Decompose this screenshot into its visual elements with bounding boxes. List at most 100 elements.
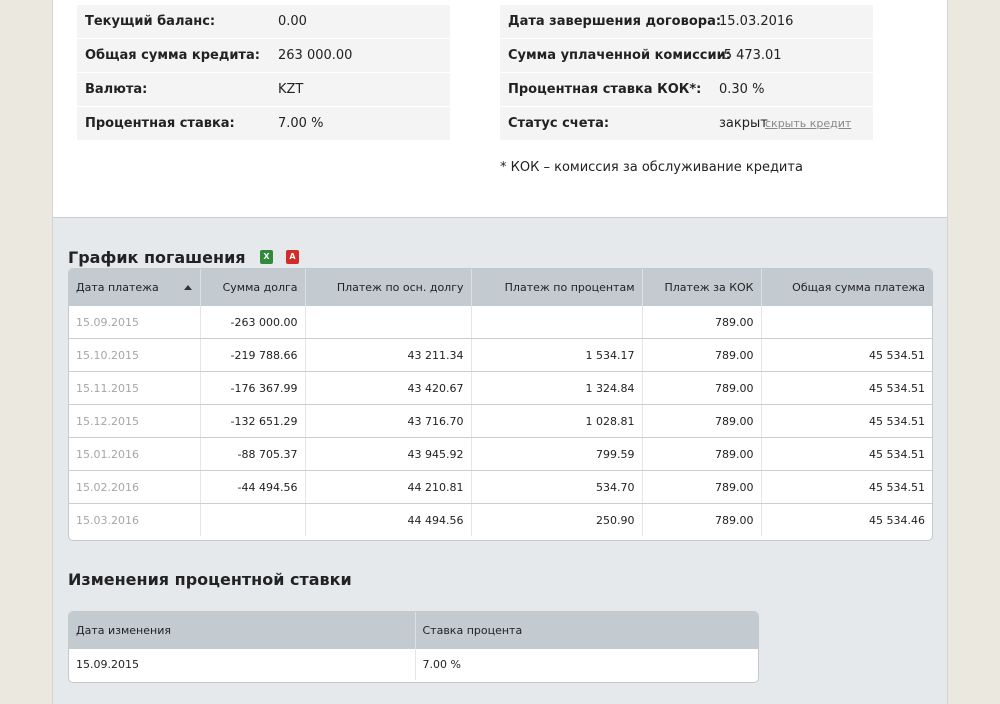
cell-kok: 789.00 [642, 404, 762, 438]
cell-principal: 43 211.34 [305, 338, 472, 372]
rate-changes-title: Изменения процентной ставки [68, 570, 352, 589]
cell-principal: 44 494.56 [305, 503, 472, 536]
schedule-title: График погашения [68, 248, 246, 267]
info-value: 0.00 [278, 14, 307, 29]
cell-date: 15.03.2016 [69, 503, 201, 536]
table-row: 15.01.2016 -88 705.37 43 945.92 799.59 7… [69, 437, 932, 471]
cell-debt [200, 503, 306, 536]
table-row: 15.02.2016 -44 494.56 44 210.81 534.70 7… [69, 470, 932, 504]
info-label: Процентная ставка КОК*: [508, 82, 702, 97]
loan-details-panel: Текущий баланс: 0.00 Общая сумма кредита… [52, 0, 948, 704]
table-header-row: Дата изменения Ставка процента [69, 612, 758, 649]
cell-date: 15.12.2015 [69, 404, 201, 438]
table-header-row: Дата платежа Сумма долга Платеж по осн. … [69, 269, 932, 306]
info-label: Процентная ставка: [85, 116, 235, 131]
cell-kok: 789.00 [642, 503, 762, 536]
info-label: Сумма уплаченной комиссии: [508, 48, 731, 63]
cell-rate: 7.00 % [422, 658, 461, 671]
pdf-icon[interactable]: A [286, 250, 299, 264]
cell-interest: 799.59 [471, 437, 643, 471]
sort-ascending-icon [183, 285, 192, 290]
column-header-interest[interactable]: Платеж по процентам [471, 269, 643, 306]
info-value: 15.03.2016 [719, 14, 794, 29]
status-value: закрыт [719, 116, 768, 131]
column-header-rate[interactable]: Ставка процента [415, 612, 758, 649]
cell-kok: 789.00 [642, 338, 762, 372]
column-header-debt[interactable]: Сумма долга [200, 269, 306, 306]
info-label: Валюта: [85, 82, 148, 97]
loan-info-right: Дата завершения договора: 15.03.2016 Сум… [500, 5, 873, 140]
info-value: 263 000.00 [278, 48, 353, 63]
column-header-kok[interactable]: Платеж за КОК [642, 269, 762, 306]
cell-date: 15.10.2015 [69, 338, 201, 372]
info-value: KZT [278, 82, 304, 97]
cell-kok: 789.00 [642, 306, 762, 339]
table-row: 15.12.2015 -132 651.29 43 716.70 1 028.8… [69, 404, 932, 438]
cell-debt: -132 651.29 [200, 404, 306, 438]
cell-interest: 250.90 [471, 503, 643, 536]
kok-footnote: * КОК – комиссия за обслуживание кредита [500, 160, 803, 175]
cell-total: 45 534.51 [761, 470, 932, 504]
cell-principal: 43 716.70 [305, 404, 472, 438]
table-row: 15.10.2015 -219 788.66 43 211.34 1 534.1… [69, 338, 932, 372]
info-value: -5 473.01 [719, 48, 782, 63]
cell-total: 45 534.51 [761, 371, 932, 405]
column-header-principal[interactable]: Платеж по осн. долгу [305, 269, 472, 306]
cell-total: 45 534.51 [761, 437, 932, 471]
info-value: 7.00 % [278, 116, 324, 131]
loan-summary-section: Текущий баланс: 0.00 Общая сумма кредита… [53, 0, 947, 218]
info-label: Дата завершения договора: [508, 14, 722, 29]
cell-kok: 789.00 [642, 470, 762, 504]
cell-total [761, 306, 932, 339]
cell-total: 45 534.51 [761, 338, 932, 372]
loan-info-left: Текущий баланс: 0.00 Общая сумма кредита… [77, 5, 450, 140]
column-header-date[interactable]: Дата платежа [69, 269, 201, 306]
info-label: Статус счета: [508, 116, 610, 131]
cell-kok: 789.00 [642, 371, 762, 405]
cell-total: 45 534.46 [869, 513, 925, 527]
excel-icon[interactable]: X [260, 250, 273, 264]
cell-debt: -176 367.99 [200, 371, 306, 405]
info-row-end-date: Дата завершения договора: 15.03.2016 [500, 5, 873, 39]
hide-credit-link[interactable]: скрыть кредит [765, 107, 851, 140]
info-row-kok-rate: Процентная ставка КОК*: 0.30 % [500, 73, 873, 107]
table-row: 15.09.2015 -263 000.00 789.00 [69, 306, 932, 339]
cell-interest: 1 324.84 [471, 371, 643, 405]
cell-date: 15.02.2016 [69, 470, 201, 504]
cell-date: 15.01.2016 [69, 437, 201, 471]
cell-interest [471, 306, 643, 339]
info-value: 0.30 % [719, 82, 765, 97]
cell-debt: -263 000.00 [200, 306, 306, 339]
cell-kok: 789.00 [642, 437, 762, 471]
cell-principal: 43 420.67 [305, 371, 472, 405]
cell-date: 15.11.2015 [69, 371, 201, 405]
cell-debt: -219 788.66 [200, 338, 306, 372]
column-header-total[interactable]: Общая сумма платежа [761, 269, 932, 306]
column-header-change-date[interactable]: Дата изменения [69, 612, 416, 649]
cell-date: 15.09.2015 [69, 306, 201, 339]
info-row-balance: Текущий баланс: 0.00 [77, 5, 450, 39]
table-row: 15.03.2016 44 494.56 250.90 789.00 45 53… [69, 503, 932, 536]
cell-debt: -44 494.56 [200, 470, 306, 504]
payment-schedule-table: Дата платежа Сумма долга Платеж по осн. … [68, 268, 933, 541]
info-label: Текущий баланс: [85, 14, 216, 29]
cell-change-date: 15.09.2015 [69, 649, 416, 680]
info-row-currency: Валюта: KZT [77, 73, 450, 107]
info-row-account-status: Статус счета: закрыт скрыть кредит [500, 107, 873, 140]
cell-total: 45 534.51 [761, 404, 932, 438]
cell-debt: -88 705.37 [200, 437, 306, 471]
table-row: 15.09.2015 7.00 % [69, 649, 758, 680]
info-row-interest-rate: Процентная ставка: 7.00 % [77, 107, 450, 140]
column-header-label: Дата платежа [76, 281, 159, 294]
table-row: 15.11.2015 -176 367.99 43 420.67 1 324.8… [69, 371, 932, 405]
cell-interest: 1 534.17 [471, 338, 643, 372]
rate-changes-table: Дата изменения Ставка процента 15.09.201… [68, 611, 759, 683]
info-label: Общая сумма кредита: [85, 48, 260, 63]
cell-interest: 534.70 [471, 470, 643, 504]
cell-principal: 43 945.92 [305, 437, 472, 471]
info-row-paid-commission: Сумма уплаченной комиссии: -5 473.01 [500, 39, 873, 73]
cell-interest: 1 028.81 [471, 404, 643, 438]
cell-principal: 44 210.81 [305, 470, 472, 504]
cell-principal [305, 306, 472, 339]
info-row-total-credit: Общая сумма кредита: 263 000.00 [77, 39, 450, 73]
